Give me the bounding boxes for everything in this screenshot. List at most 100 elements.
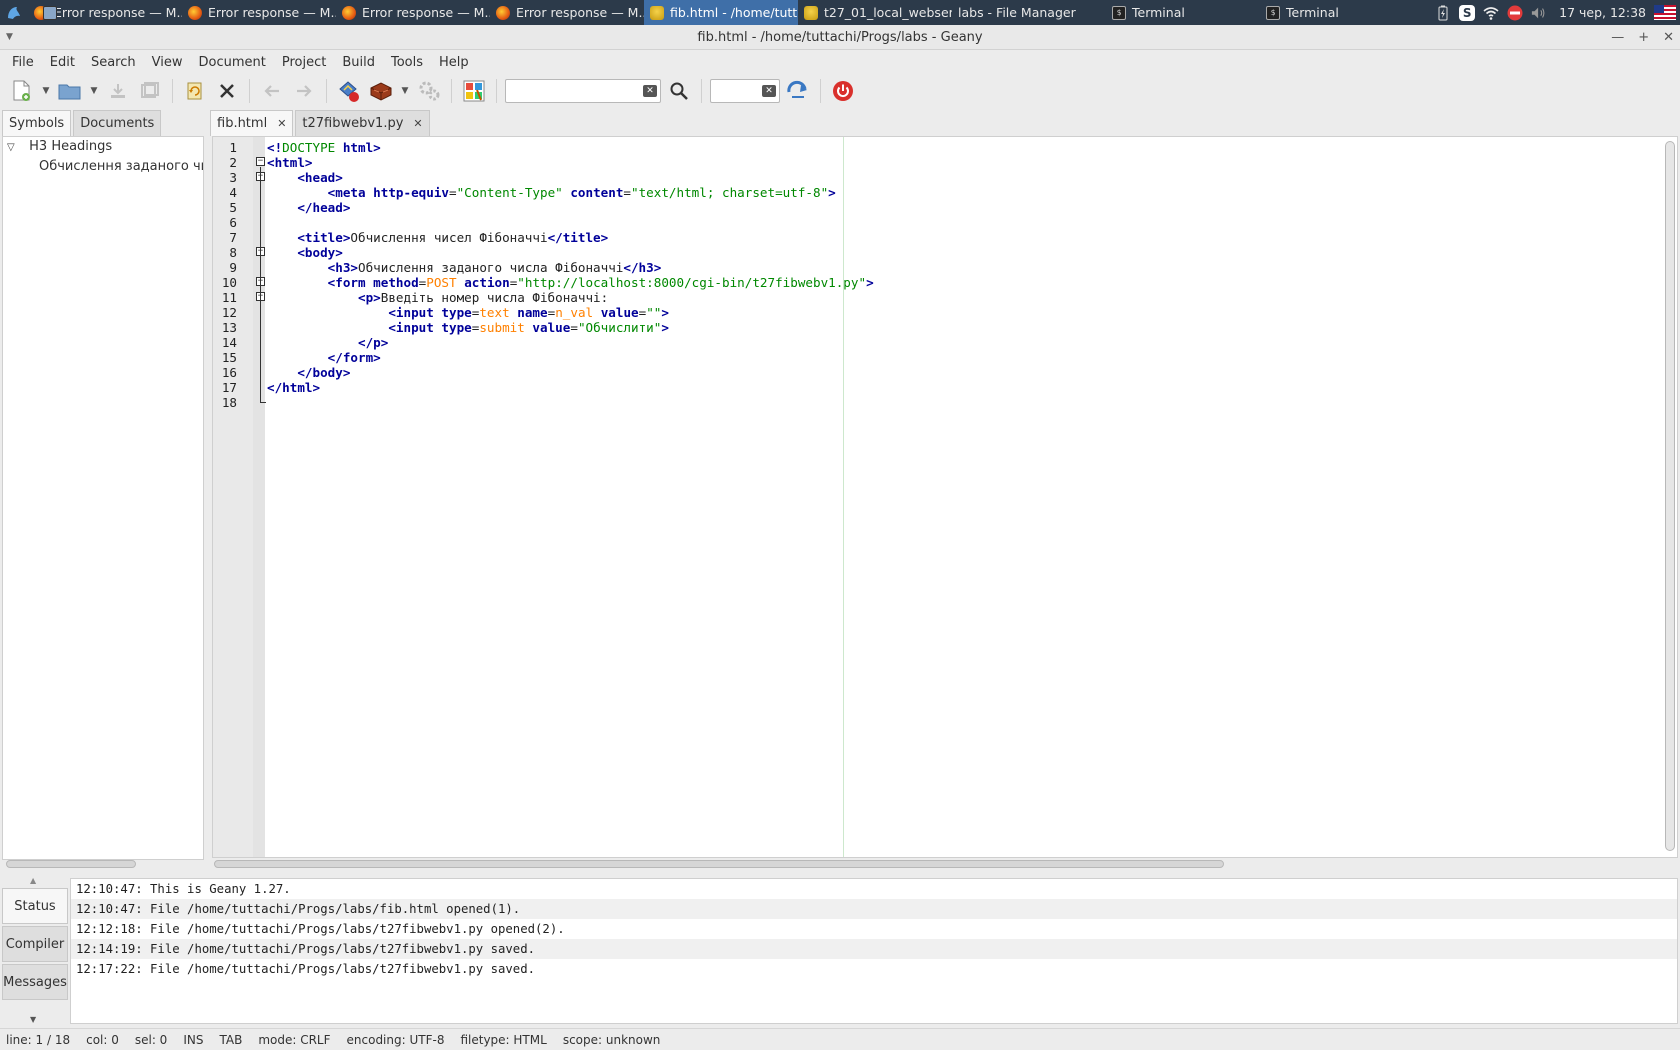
whisker-menu-icon[interactable] xyxy=(0,0,28,25)
clear-search-icon[interactable]: ✕ xyxy=(643,85,657,97)
arrow-left-icon xyxy=(264,85,279,97)
status-ins: INS xyxy=(183,1032,204,1047)
compile-button[interactable] xyxy=(335,77,363,105)
list-item: 12:17:22: File /home/tuttachi/Progs/labs… xyxy=(76,962,536,976)
message-tabs: ▲ Status Compiler Messages ▼ xyxy=(0,874,70,1028)
volume-icon[interactable] xyxy=(1531,5,1547,21)
power-icon xyxy=(833,81,853,101)
open-file-button[interactable] xyxy=(56,77,84,105)
firefox-icon xyxy=(496,5,510,20)
menu-file[interactable]: File xyxy=(4,55,42,70)
line-number: 2 xyxy=(229,155,237,170)
new-file-dropdown-icon[interactable]: ▼ xyxy=(40,77,52,105)
close-window-icon[interactable]: ✕ xyxy=(1663,25,1674,50)
sidebar-tabs: Symbols Documents xyxy=(0,108,206,136)
search-input[interactable]: ✕ xyxy=(505,79,661,103)
tab-symbols[interactable]: Symbols xyxy=(2,110,72,136)
window-title: fib.html - /home/tuttachi/Progs/labs - G… xyxy=(697,30,983,45)
menu-help[interactable]: Help xyxy=(431,55,477,70)
close-tab-icon[interactable]: ✕ xyxy=(413,117,422,130)
tab-fib-html[interactable]: fib.html ✕ xyxy=(210,110,294,136)
keyboard-layout-flag-icon[interactable] xyxy=(1654,5,1676,20)
task-firefox-2[interactable]: Error response — M... xyxy=(182,0,336,25)
menu-project[interactable]: Project xyxy=(274,55,334,70)
wifi-icon[interactable] xyxy=(1483,5,1499,21)
save-button[interactable] xyxy=(104,77,132,105)
code-line: <html> xyxy=(267,155,313,170)
tree-group-row[interactable]: ▽ H3 Headings xyxy=(3,137,203,157)
close-tab-icon[interactable]: ✕ xyxy=(277,117,286,130)
build-button[interactable] xyxy=(367,77,395,105)
build-dropdown-icon[interactable]: ▼ xyxy=(399,77,411,105)
menu-document[interactable]: Document xyxy=(190,55,273,70)
save-all-icon xyxy=(141,82,159,98)
editor-hscrollbar[interactable] xyxy=(214,860,1224,868)
line-number: 3 xyxy=(229,170,237,185)
menu-tools[interactable]: Tools xyxy=(383,55,431,70)
maximize-icon[interactable]: + xyxy=(1638,25,1649,50)
tab-documents[interactable]: Documents xyxy=(73,110,162,136)
goto-line-input[interactable]: ✕ xyxy=(710,79,780,103)
do-not-disturb-icon[interactable] xyxy=(1507,5,1523,21)
code-line: </form> xyxy=(327,350,381,365)
color-chooser-button[interactable] xyxy=(460,77,488,105)
minimize-icon[interactable]: — xyxy=(1611,25,1624,50)
task-geany-fib[interactable]: fib.html - /home/tutt... xyxy=(644,0,798,25)
code-line: </head> xyxy=(297,200,351,215)
skype-icon[interactable]: S xyxy=(1459,4,1476,21)
tab-t27fibwebv1-py[interactable]: t27fibwebv1.py ✕ xyxy=(295,110,430,136)
message-panel: ▲ Status Compiler Messages ▼ 12:10:47: T… xyxy=(0,874,1680,1028)
tree-item-row[interactable]: Обчислення заданого числа xyxy=(3,157,203,177)
clock[interactable]: 17 чер, 12:38 xyxy=(1559,5,1646,20)
revert-button[interactable] xyxy=(181,77,209,105)
menu-build[interactable]: Build xyxy=(334,55,383,70)
task-terminal-1[interactable]: $ Terminal xyxy=(1106,0,1260,25)
editor-vscrollbar[interactable] xyxy=(1665,141,1675,851)
find-button[interactable] xyxy=(665,77,693,105)
tab-compiler[interactable]: Compiler xyxy=(2,926,68,962)
code-editor[interactable]: 1 2 3 4 5 6 7 8 9 10 11 12 13 14 15 16 1… xyxy=(212,136,1678,858)
code-line: <form method=POST action="http://localho… xyxy=(327,275,874,290)
line-number: 1 xyxy=(229,140,237,155)
expander-icon[interactable]: ▽ xyxy=(7,138,21,158)
status-scope: scope: unknown xyxy=(562,1032,661,1047)
run-button[interactable] xyxy=(415,77,443,105)
list-item: 12:10:47: File /home/tuttachi/Progs/labs… xyxy=(71,899,1677,919)
open-file-dropdown-icon[interactable]: ▼ xyxy=(88,77,100,105)
line-number-gutter: 1 2 3 4 5 6 7 8 9 10 11 12 13 14 15 16 1… xyxy=(213,137,253,857)
clear-goto-icon[interactable]: ✕ xyxy=(762,85,776,97)
status-message-list[interactable]: 12:10:47: This is Geany 1.27. 12:10:47: … xyxy=(70,878,1678,1024)
close-file-button[interactable] xyxy=(213,77,241,105)
menu-edit[interactable]: Edit xyxy=(42,55,83,70)
task-terminal-2[interactable]: $ Terminal xyxy=(1260,0,1414,25)
geany-icon xyxy=(804,5,818,20)
scroll-up-icon[interactable]: ▲ xyxy=(30,876,36,885)
scroll-down-icon[interactable]: ▼ xyxy=(30,1015,36,1024)
navigate-forward-button[interactable] xyxy=(290,77,318,105)
task-firefox-4[interactable]: Error response — M... xyxy=(490,0,644,25)
quit-button[interactable] xyxy=(829,77,857,105)
battery-icon[interactable] xyxy=(1435,5,1451,21)
sidebar-hscrollbar[interactable] xyxy=(6,860,136,868)
goto-line-button[interactable] xyxy=(784,77,812,105)
task-file-manager[interactable]: labs - File Manager xyxy=(43,0,1106,25)
code-line: </html> xyxy=(267,380,321,395)
code-line: <!DOCTYPE html> xyxy=(267,140,381,155)
fold-minus-icon[interactable]: − xyxy=(256,157,265,166)
navigate-back-button[interactable] xyxy=(258,77,286,105)
window-menu-icon[interactable]: ▼ xyxy=(6,25,13,50)
tab-messages[interactable]: Messages xyxy=(2,964,68,1000)
menu-search[interactable]: Search xyxy=(83,55,144,70)
task-firefox-3[interactable]: Error response — M... xyxy=(336,0,490,25)
menu-view[interactable]: View xyxy=(144,55,191,70)
revert-icon xyxy=(187,82,202,100)
task-geany-webserver[interactable]: t27_01_local_webser... xyxy=(798,0,952,25)
save-all-button[interactable] xyxy=(136,77,164,105)
new-file-button[interactable] xyxy=(8,77,36,105)
tab-status[interactable]: Status xyxy=(2,888,68,924)
taskbar: Error response — M... Error response — M… xyxy=(0,0,1680,25)
code-line: </p> xyxy=(358,335,389,350)
status-encoding: encoding: UTF-8 xyxy=(346,1032,445,1047)
